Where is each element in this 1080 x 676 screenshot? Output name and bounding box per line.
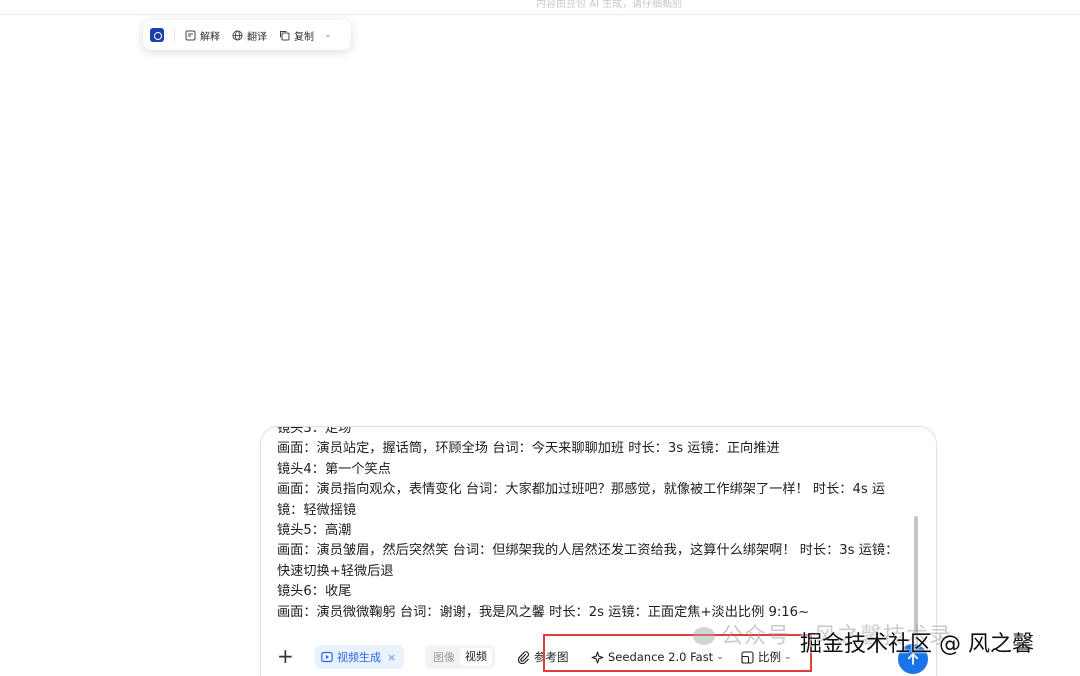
prompt-line: 画面：演员站定，握话筒，环顾全场 台词：今天来聊聊加班 时长：3s 运镜：正向推… [277, 441, 780, 457]
copy-icon [280, 30, 290, 40]
close-icon[interactable]: × [387, 651, 396, 664]
prompt-line: 镜头6：收尾 [277, 584, 352, 600]
explain-icon [185, 30, 196, 40]
explain-button[interactable]: 解释 [185, 28, 220, 43]
prompt-line: 画面：演员指向观众，表情变化 台词：大家都加过班吧？那感觉，就像被工作绑架了一样… [277, 482, 886, 498]
translate-button[interactable]: 翻译 [232, 28, 267, 43]
prompt-line: 镜头5：高潮 [277, 523, 352, 539]
video-play-icon [321, 651, 333, 663]
top-divider [0, 14, 1080, 15]
add-attachment-button[interactable]: + [277, 644, 294, 668]
prompt-line: 快速切换+轻微后退 [277, 563, 394, 579]
selection-toolbar: 解释 翻译 复制 ⌄ [143, 20, 351, 50]
prompt-line: 画面：演员皱眉，然后突然笑 台词：但绑架我的人居然还发工资给我，这算什么绑架啊！… [277, 543, 899, 559]
prompt-line: 镜：轻微摇镜 [277, 502, 357, 518]
toolbar-divider [174, 29, 175, 41]
watermark-black: 掘金技术社区 @ 风之馨 [800, 632, 1034, 657]
copy-button[interactable]: 复制 [279, 28, 314, 43]
top-hint-text: 内容由豆包 AI 生成，请仔细甄别 [536, 0, 683, 10]
prompt-line: 镜头3：走场 [277, 427, 352, 436]
wechat-logo-icon [693, 627, 715, 645]
paperclip-icon [517, 650, 530, 664]
prompt-textarea[interactable]: 镜头3：走场 画面：演员站定，握话筒，环顾全场 台词：今天来聊聊加班 时长：3s… [277, 427, 909, 631]
video-generation-chip[interactable]: 视频生成 × [315, 645, 405, 669]
video-generation-label: 视频生成 [337, 651, 381, 664]
globe-icon [232, 30, 243, 40]
chevron-down-icon[interactable]: ⌄ [324, 30, 332, 40]
explain-label: 解释 [200, 31, 220, 43]
assistant-logo-icon[interactable] [150, 28, 164, 42]
prompt-line: 镜头4：第一个笑点 [277, 461, 391, 477]
copy-label: 复制 [294, 31, 314, 43]
translate-label: 翻译 [247, 31, 267, 43]
mode-image-option[interactable]: 图像 [428, 649, 460, 665]
media-mode-toggle: 图像 视频 [425, 645, 495, 669]
mode-video-option[interactable]: 视频 [460, 648, 492, 666]
